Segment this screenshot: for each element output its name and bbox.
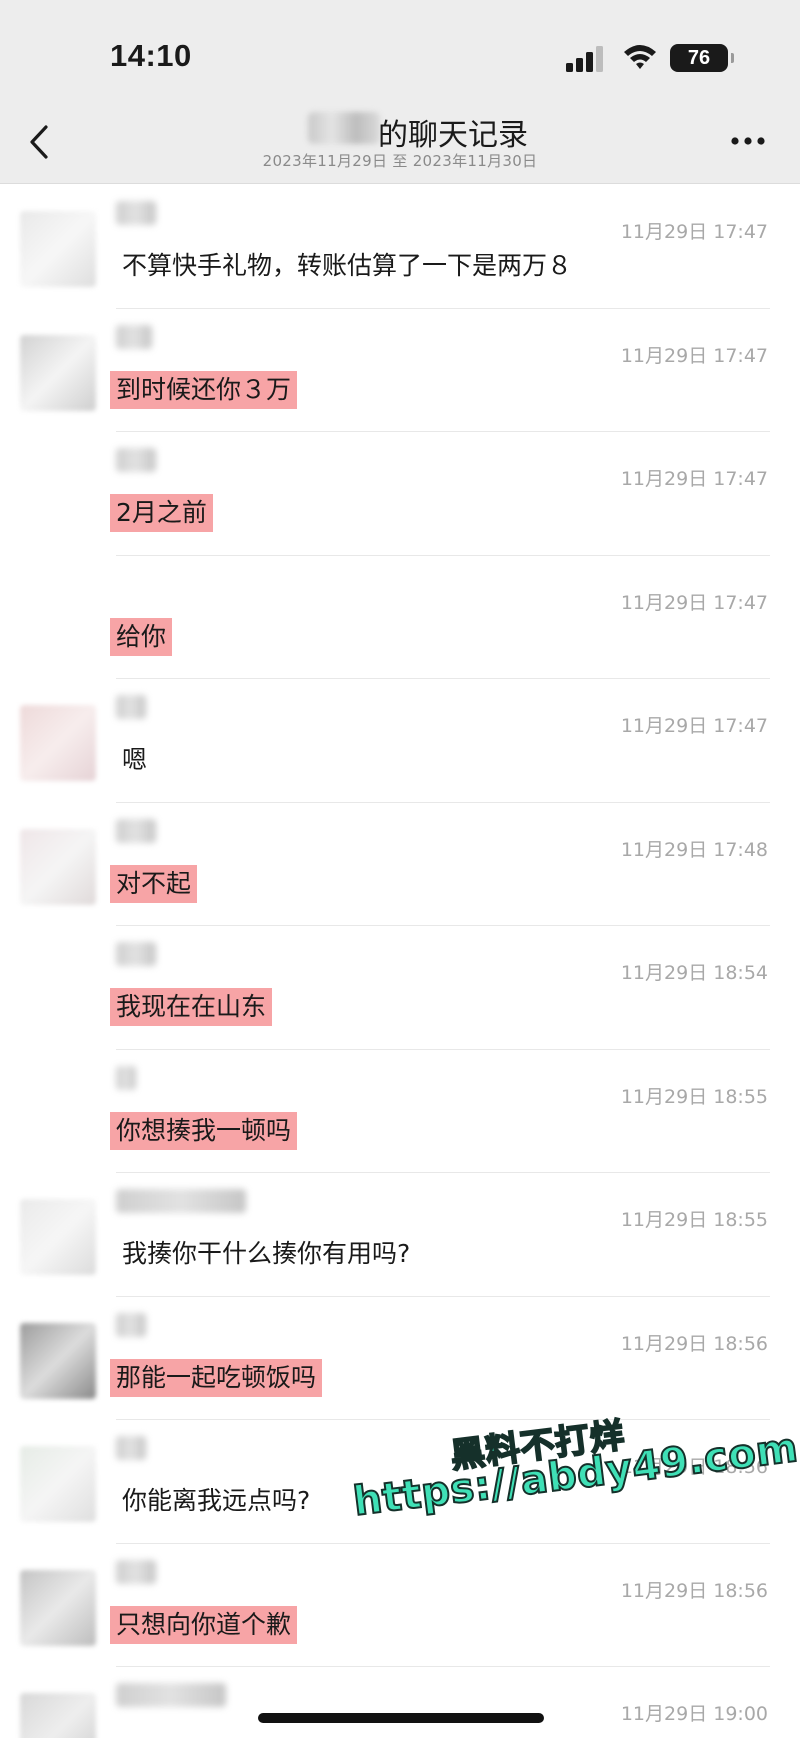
message-item[interactable]: 11月29日 18:55 你想揍我一顿吗 (0, 1050, 800, 1173)
message-text-highlighted: 那能一起吃顿饭吗 (110, 1358, 323, 1397)
chat-history-header: 的聊天记录 2023年11月29日 至 2023年11月30日 (0, 110, 800, 184)
avatar (20, 211, 96, 287)
message-time: 11月29日 18:54 (620, 962, 768, 984)
message-time: 11月29日 17:47 (620, 591, 768, 614)
sender-name-blurred (116, 818, 156, 843)
sender-name-blurred (116, 1436, 146, 1460)
avatar (20, 1693, 96, 1738)
message-text: 嗯 (122, 745, 148, 774)
status-time: 14:10 (110, 38, 192, 73)
sender-name-blurred (116, 1065, 136, 1090)
message-item[interactable]: 11月29日 18:54 我现在在山东 (0, 926, 800, 1050)
message-item[interactable]: 11月29日 17:47 嗯 (0, 679, 800, 803)
sender-name-blurred (116, 201, 156, 225)
avatar (20, 705, 96, 781)
avatar (20, 1075, 96, 1152)
message-item[interactable]: 11月29日 17:47 给你 (0, 556, 800, 679)
message-time: 11月29日 17:47 (620, 221, 768, 243)
message-time: 11月29日 17:47 (620, 715, 768, 737)
message-time: 11月29日 19:00 (620, 1703, 768, 1725)
message-text: 你能离我远点吗? (122, 1486, 311, 1515)
message-time: 11月29日 17:47 (620, 344, 768, 367)
sender-name-blurred (116, 1312, 146, 1337)
message-text: 我揍你干什么揍你有用吗? (122, 1239, 411, 1268)
message-text-highlighted: 对不起 (110, 864, 198, 903)
message-time: 11月29日 18:56 (620, 1332, 768, 1355)
sender-name-blurred (116, 942, 156, 966)
home-indicator[interactable] (258, 1713, 544, 1723)
sender-name-blurred (116, 1189, 246, 1213)
message-text-highlighted: 我现在在山东 (110, 988, 273, 1026)
sender-name-blurred (116, 695, 146, 719)
message-item[interactable]: 11月29日 19:00 (0, 1667, 800, 1738)
date-range: 2023年11月29日 至 2023年11月30日 (262, 152, 538, 170)
avatar (20, 581, 96, 658)
message-item[interactable]: 11月29日 17:48 对不起 (0, 803, 800, 926)
message-text: 不算快手礼物，转账估算了一下是两万８ (122, 251, 573, 280)
sender-name-blurred (116, 448, 156, 472)
avatar (20, 1199, 96, 1275)
avatar (20, 334, 96, 411)
message-item[interactable]: 11月29日 18:56 只想向你道个歉 (0, 1544, 800, 1667)
message-time: 11月29日 18:56 (620, 1579, 768, 1602)
message-item[interactable]: 11月29日 17:47 2月之前 (0, 432, 800, 556)
avatar (20, 952, 96, 1028)
avatar (20, 458, 96, 534)
message-text-highlighted: 2月之前 (110, 494, 213, 532)
message-time: 11月29日 17:48 (620, 838, 768, 861)
battery-icon: 76 (670, 44, 734, 72)
message-time: 11月29日 17:47 (620, 468, 768, 490)
avatar (20, 1569, 96, 1646)
page-title: 的聊天记录 (378, 118, 528, 153)
message-item[interactable]: 11月29日 17:47 不算快手礼物，转账估算了一下是两万８ (0, 185, 800, 309)
message-time: 11月29日 18:55 (620, 1209, 768, 1231)
wifi-icon (624, 45, 656, 69)
status-bar: 14:10 76 (0, 0, 800, 110)
sender-name-blurred (116, 1683, 226, 1707)
message-item[interactable]: 11月29日 18:56 那能一起吃顿饭吗 (0, 1297, 800, 1420)
more-horizontal-icon[interactable] (730, 136, 766, 146)
contact-name-blurred (308, 112, 380, 144)
message-text-highlighted: 你想揍我一顿吗 (110, 1111, 298, 1150)
message-text-highlighted: 只想向你道个歉 (110, 1605, 298, 1644)
message-time: 11月29日 18:55 (620, 1085, 768, 1108)
message-item[interactable]: 11月29日 18:55 我揍你干什么揍你有用吗? (0, 1173, 800, 1297)
message-item[interactable]: 11月29日 17:47 到时候还你３万 (0, 309, 800, 432)
avatar (20, 1322, 96, 1399)
sender-name-blurred (116, 1559, 156, 1584)
avatar (20, 828, 96, 905)
message-text-highlighted: 给你 (110, 617, 173, 656)
signal-icon (566, 46, 603, 72)
avatar (20, 1446, 96, 1522)
message-text-highlighted: 到时候还你３万 (110, 370, 298, 409)
sender-name-blurred (116, 324, 152, 349)
